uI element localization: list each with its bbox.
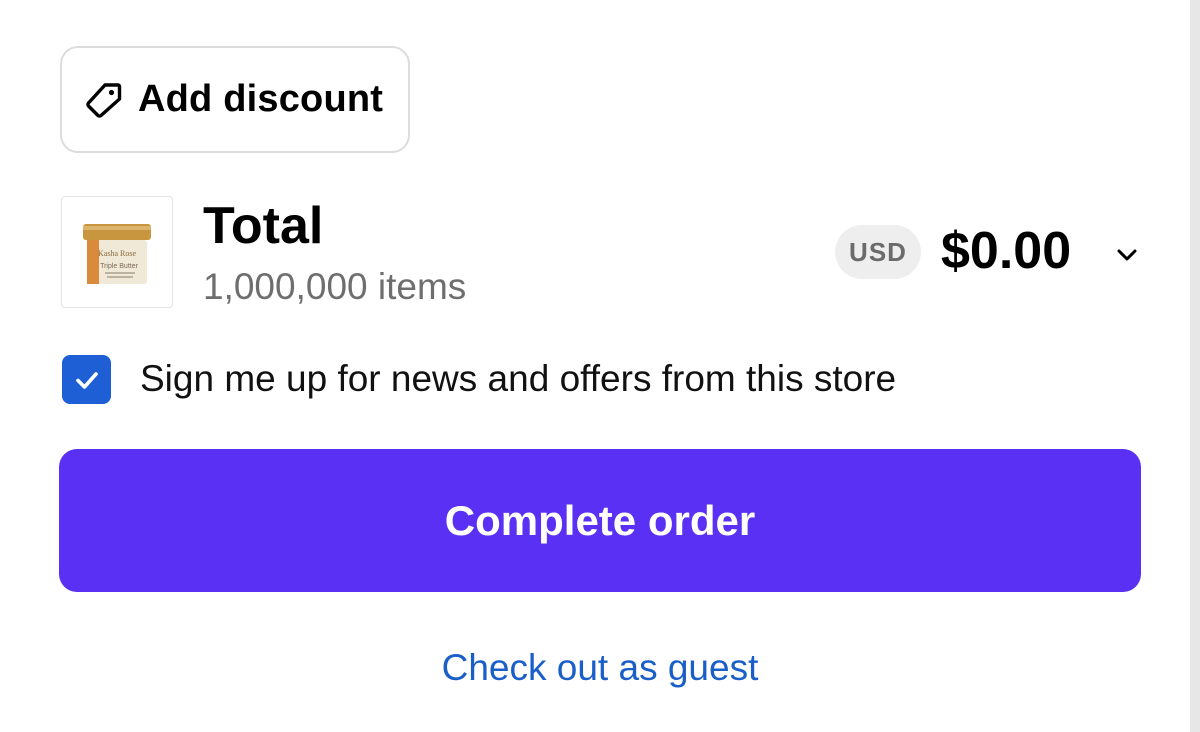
checkout-summary-panel: Add discount Kasha Rose Triple Butter To… (0, 0, 1200, 732)
currency-badge: USD (835, 225, 921, 279)
item-count: 1,000,000 items (203, 266, 467, 307)
add-discount-button[interactable]: Add discount (60, 46, 410, 153)
total-heading: Total (203, 197, 324, 255)
newsletter-label[interactable]: Sign me up for news and offers from this… (140, 355, 896, 403)
total-price: $0.00 (941, 222, 1072, 280)
product-name-text: Triple Butter (100, 263, 139, 270)
complete-order-button[interactable]: Complete order (59, 449, 1141, 592)
product-brand-text: Kasha Rose (98, 249, 136, 258)
add-discount-label: Add discount (138, 78, 384, 120)
checkmark-icon (75, 371, 98, 389)
chevron-down-icon[interactable] (1110, 238, 1144, 272)
scrollbar-track[interactable] (1190, 0, 1200, 732)
guest-checkout-link[interactable]: Check out as guest (0, 644, 1200, 692)
tag-icon (84, 80, 124, 120)
product-thumbnail: Kasha Rose Triple Butter (61, 196, 173, 308)
newsletter-checkbox[interactable] (62, 355, 111, 404)
